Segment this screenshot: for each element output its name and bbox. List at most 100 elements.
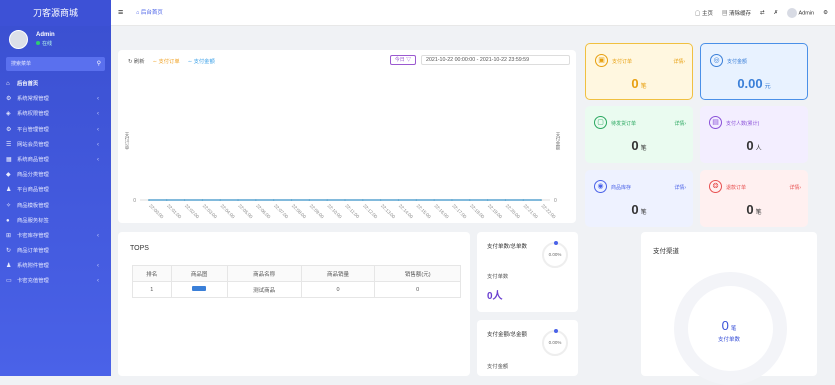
chevron-left-icon: ‹ — [97, 141, 99, 148]
pay-channel-value: 0笔 — [641, 318, 817, 333]
x-tick-label: 22:17:00 — [451, 203, 467, 219]
stat-title: 支付人数(累计) — [726, 121, 760, 127]
user-status: 在线 — [36, 40, 111, 47]
x-tick-label: 22:11:00 — [344, 203, 360, 219]
user-status-text: 在线 — [42, 41, 53, 47]
tab-home-label: 后台首页 — [140, 10, 163, 16]
data-point — [540, 199, 542, 201]
shield-icon: ◈ — [6, 111, 11, 118]
stat-unit: 笔 — [640, 84, 647, 90]
sidebar-item-7[interactable]: ♟ 平台商品管理 — [0, 183, 111, 198]
card-icon: ▭ — [6, 278, 12, 285]
fullscreen-icon[interactable]: ✗ — [774, 10, 779, 16]
rank-cell: 1 — [132, 281, 172, 298]
stat-detail-link[interactable]: 详情› — [673, 58, 685, 65]
sidebar-item-8[interactable]: ✧ 商品模板管理 — [0, 199, 111, 214]
sales-cell: 0 — [300, 281, 376, 298]
sidebar-item-4[interactable]: ☰ 网站会员管理 ‹ — [0, 138, 111, 153]
refund-icon: ❂ — [709, 180, 722, 193]
chevron-left-icon: ‹ — [97, 96, 99, 103]
ring-dot-icon — [554, 329, 558, 333]
data-point — [379, 199, 382, 201]
column-header[interactable]: 排名 — [132, 265, 172, 282]
x-tick-label: 22:00:00 — [148, 203, 164, 219]
data-point — [397, 199, 400, 201]
ring-dot-icon — [554, 241, 558, 245]
user-icon: ♟ — [6, 263, 12, 270]
sidebar-item-12[interactable]: ♟ 系统附件管理 ‹ — [0, 259, 111, 274]
sidebar-item-label: 卡密库存管理 — [17, 232, 49, 239]
translate-icon[interactable]: ⇄ — [760, 10, 765, 16]
data-point — [183, 199, 186, 201]
sidebar-item-label: 系统商品管理 — [17, 156, 49, 163]
table-row[interactable]: 1 测试商品 0 0 — [132, 281, 461, 298]
pay-channel-title: 支付渠道 — [653, 248, 679, 255]
stat-detail-link[interactable]: 详情› — [674, 184, 686, 191]
pay-amount-ring: 0.00% — [542, 329, 568, 356]
admin-name: Admin — [798, 10, 815, 17]
brand-logo[interactable]: 刀客源商城 — [0, 0, 111, 26]
stat-card-3: ▢ 待发货订单 详情› 0 笔 — [585, 106, 693, 163]
sidebar-item-label: 商品服务标签 — [17, 217, 49, 224]
stat-title: 待发货订单 — [611, 121, 637, 127]
sidebar-item-2[interactable]: ◈ 系统权限管理 ‹ — [0, 107, 111, 122]
data-point — [255, 199, 257, 201]
user-icon: ♟ — [6, 187, 12, 194]
product-thumbnail[interactable] — [192, 286, 207, 291]
menu-search-input[interactable]: 搜索菜单 ⚲ — [6, 57, 105, 71]
stat-detail-link[interactable]: 详情› — [789, 184, 801, 191]
cart-icon: ⊞ — [6, 232, 12, 239]
tops-table: 排名 商品图 商品名称 商品销量 销售额(元) 1 测试商品 0 0 — [132, 265, 461, 298]
tab-home[interactable]: ⌂ 后台首页 — [136, 8, 163, 16]
sidebar-item-6[interactable]: ◆ 商品分类管理 — [0, 168, 111, 183]
pay-count-percent: 0.00% — [548, 252, 562, 257]
y-right-tick-label: 0 — [554, 198, 557, 204]
column-header[interactable]: 商品图 — [170, 265, 228, 282]
admin-menu[interactable]: Admin — [787, 8, 814, 18]
x-tick-label: 22:09:00 — [309, 203, 325, 219]
home-link[interactable]: ☖ 主页 — [695, 9, 713, 17]
settings-icon[interactable]: ⚙ — [823, 10, 828, 16]
line-chart: 0 0 22:00:00 22:01:00 22:02:00 22:03:00 22:04:… — [133, 198, 557, 220]
wallet-icon: ▣ — [595, 54, 608, 67]
column-header[interactable]: 商品名称 — [226, 265, 302, 282]
column-header[interactable]: 销售额(元) — [374, 265, 461, 282]
sidebar-item-10[interactable]: ⊞ 卡密库存管理 ‹ — [0, 229, 111, 244]
sidebar-item-13[interactable]: ▭ 卡密充值管理 ‹ — [0, 274, 111, 289]
sidebar-nav: ⌂ 后台首页 ⚙ 系统常规管理 ‹ ◈ 系统权限管理 ‹ ⚙ 平台管理管理 ‹ ☰ 网站会员管理 ‹ ▦ 系统… — [0, 77, 111, 290]
column-header[interactable]: 商品销量 — [300, 265, 376, 282]
pay-count-label: 支付单数 — [487, 274, 509, 280]
stat-detail-link[interactable]: 详情› — [674, 120, 686, 127]
avatar — [9, 30, 28, 49]
list-icon: ☰ — [6, 141, 12, 148]
chevron-left-icon: ‹ — [97, 156, 99, 163]
clear-cache-link[interactable]: ▤ 清除缓存 — [722, 9, 751, 17]
stat-number: 0 — [631, 76, 639, 91]
sidebar-item-3[interactable]: ⚙ 平台管理管理 ‹ — [0, 123, 111, 138]
pay-channel-unit: 笔 — [730, 326, 737, 332]
home-icon: ⌂ — [6, 81, 10, 87]
stat-number: 0 — [746, 202, 754, 217]
chevron-left-icon: ‹ — [97, 126, 99, 133]
amount-cell: 0 — [374, 281, 461, 298]
stat-number: 0 — [746, 138, 754, 153]
sidebar-item-9[interactable]: ● 商品服务标签 — [0, 214, 111, 229]
x-tick-label: 22:06:00 — [255, 203, 271, 219]
stat-unit: 元 — [764, 84, 771, 90]
stat-title: 支付订单 — [612, 59, 633, 65]
product-name-cell: 测试商品 — [226, 281, 302, 298]
data-point — [451, 199, 453, 201]
x-tick-label: 22:04:00 — [220, 203, 236, 219]
sidebar-item-11[interactable]: ↻ 商品订单管理 — [0, 244, 111, 259]
data-point — [201, 199, 204, 201]
data-point — [486, 199, 489, 201]
x-tick-label: 22:20:00 — [505, 203, 521, 219]
sidebar-item-0[interactable]: ⌂ 后台首页 — [0, 77, 111, 92]
menu-toggle-icon[interactable]: ≡ — [118, 7, 123, 17]
x-tick-label: 22:03:00 — [202, 203, 218, 219]
product-image-cell — [170, 281, 228, 298]
data-point — [165, 199, 168, 201]
sidebar-item-5[interactable]: ▦ 系统商品管理 ‹ — [0, 153, 111, 168]
search-icon[interactable]: ⚲ — [97, 57, 101, 71]
sidebar-item-1[interactable]: ⚙ 系统常规管理 ‹ — [0, 92, 111, 107]
